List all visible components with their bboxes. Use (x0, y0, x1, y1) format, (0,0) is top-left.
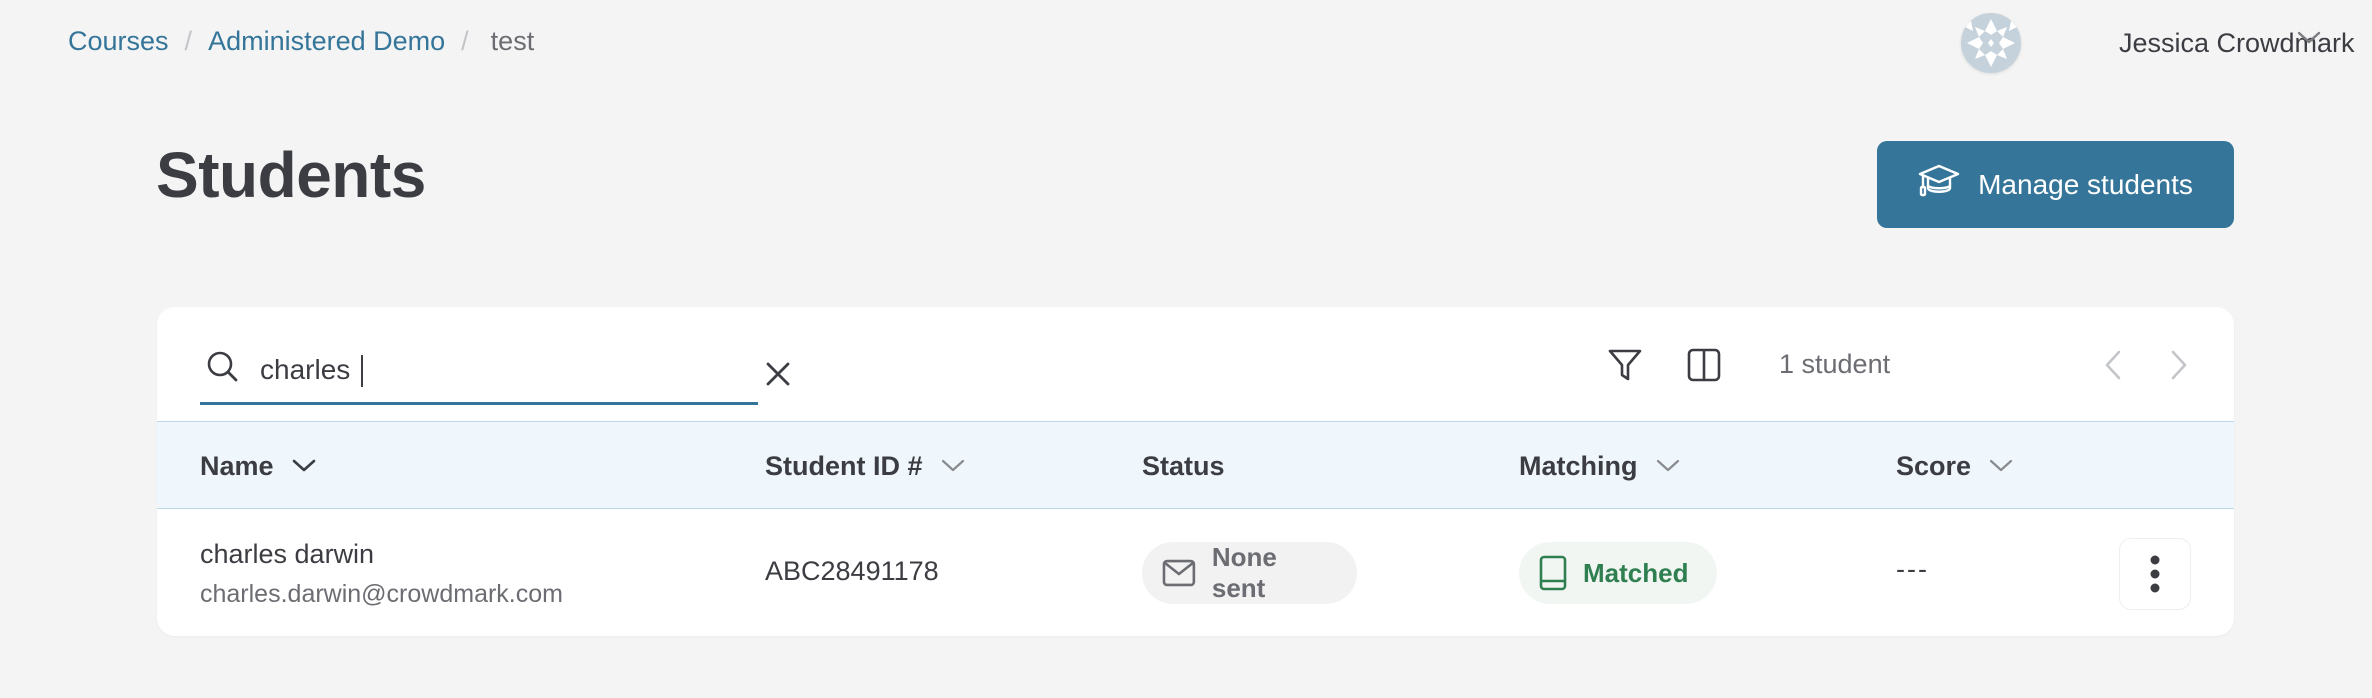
envelope-icon (1162, 559, 1196, 587)
matching-label: Matched (1583, 557, 1689, 588)
graduation-cap-icon (1918, 163, 1978, 206)
page-title: Students (156, 139, 426, 211)
book-icon (1539, 555, 1567, 591)
students-table-card: 1 student Name Student ID # Status Match… (157, 307, 2234, 636)
column-header-name[interactable]: Name (200, 422, 316, 510)
breadcrumb-separator: / (461, 25, 469, 56)
student-id: ABC28491178 (765, 556, 939, 586)
filter-icon (1608, 349, 1642, 381)
more-vertical-icon (2150, 555, 2160, 593)
clear-search-button[interactable] (765, 361, 795, 391)
breadcrumb-administered-demo[interactable]: Administered Demo (208, 26, 445, 57)
column-label: Student ID # (765, 450, 923, 481)
table-row[interactable]: charles darwin charles.darwin@crowdmark.… (157, 509, 2234, 636)
column-header-matching[interactable]: Matching (1519, 422, 1680, 510)
search-field[interactable] (200, 343, 790, 405)
chevron-down-icon (1656, 459, 1679, 472)
status-badge: None sent (1142, 542, 1357, 604)
close-icon (766, 362, 790, 386)
columns-button[interactable] (1687, 347, 1721, 388)
next-page-button[interactable] (2169, 349, 2189, 386)
chevron-down-icon (292, 459, 315, 472)
row-actions-button[interactable] (2119, 538, 2191, 610)
chevron-down-icon (941, 459, 964, 472)
status-label: None sent (1211, 542, 1277, 603)
chevron-down-icon (2297, 31, 2321, 50)
chevron-right-icon (2171, 350, 2187, 380)
manage-students-button[interactable]: Manage students (1877, 141, 2234, 228)
column-header-score[interactable]: Score (1896, 422, 2013, 510)
breadcrumb-current: test (490, 25, 535, 56)
column-label: Score (1896, 450, 1972, 481)
previous-page-button[interactable] (2103, 349, 2123, 386)
columns-icon (1687, 348, 1721, 382)
column-label: Name (200, 450, 274, 481)
score-value: --- (1896, 554, 1929, 584)
column-header-student-id[interactable]: Student ID # (765, 422, 965, 510)
manage-students-label: Manage students (1978, 168, 2193, 200)
text-cursor (361, 355, 363, 387)
student-name[interactable]: charles darwin (200, 539, 374, 570)
user-menu[interactable]: Jessica Crowdmark (1961, 13, 2355, 73)
search-input[interactable] (260, 351, 710, 389)
matching-badge: Matched (1519, 542, 1717, 604)
search-icon (206, 350, 240, 389)
column-label: Status (1142, 450, 1225, 481)
filter-button[interactable] (1607, 347, 1643, 388)
breadcrumb-separator: / (184, 25, 193, 56)
column-label: Matching (1519, 450, 1638, 481)
result-count: 1 student (1779, 349, 1891, 379)
breadcrumb: Courses / Administered Demo / test (68, 22, 534, 60)
student-email: charles.darwin@crowdmark.com (200, 580, 563, 608)
table-header: Name Student ID # Status Matching Score (157, 421, 2234, 509)
breadcrumb-courses[interactable]: Courses (68, 26, 169, 57)
identicon-avatar-icon (1961, 19, 2021, 67)
column-header-status: Status (1142, 422, 1225, 510)
chevron-left-icon (2105, 350, 2121, 380)
chevron-down-icon (1989, 459, 2013, 472)
avatar (1961, 13, 2021, 73)
